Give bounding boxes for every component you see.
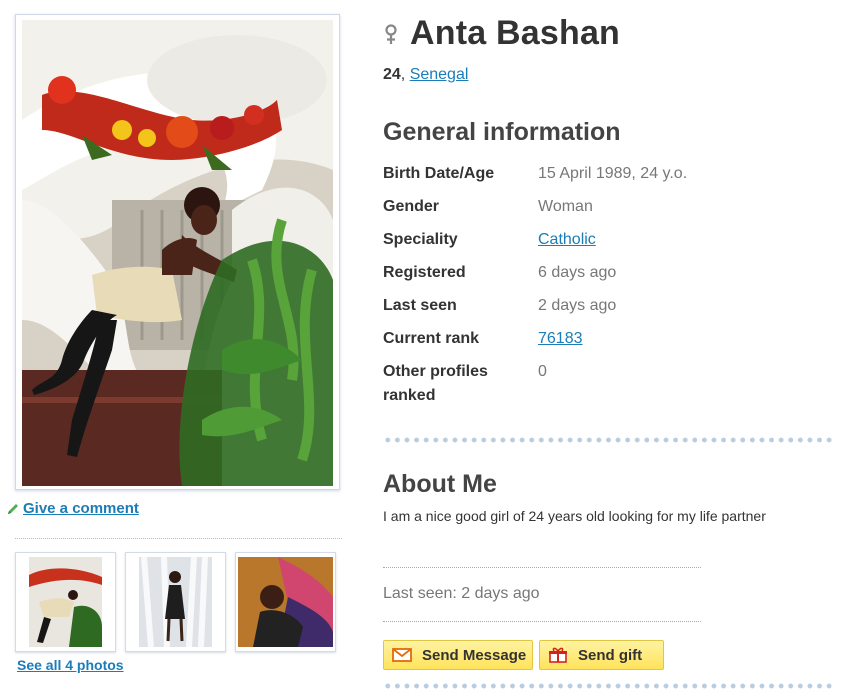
info-value: 0 <box>538 363 547 380</box>
info-value: 6 days ago <box>538 264 617 281</box>
envelope-icon <box>392 648 412 662</box>
info-label: Last seen <box>383 297 457 314</box>
send-gift-button[interactable]: Send gift <box>539 640 664 670</box>
speciality-link[interactable]: Catholic <box>538 228 596 261</box>
info-value: 2 days ago <box>538 297 617 314</box>
info-label: Registered <box>383 264 466 281</box>
divider-line <box>383 567 701 568</box>
section-divider <box>383 437 835 443</box>
info-label: Current rank <box>383 330 480 347</box>
info-value: Woman <box>538 198 593 215</box>
info-label: Other profiles ranked <box>383 363 488 404</box>
give-comment-link[interactable]: Give a comment <box>7 500 139 517</box>
divider-line <box>383 621 701 622</box>
photo-thumbnail-2[interactable] <box>125 552 226 652</box>
about-me-title: About Me <box>383 470 497 498</box>
info-row-birth: Birth Date/Age 15 April 1989, 24 y.o. <box>383 162 823 195</box>
info-row-other-profiles: Other profiles ranked 0 <box>383 360 823 408</box>
left-divider <box>15 538 342 539</box>
info-row-last-seen: Last seen 2 days ago <box>383 294 823 327</box>
last-seen-text: Last seen: 2 days ago <box>383 585 540 602</box>
info-value: 15 April 1989, 24 y.o. <box>538 165 688 182</box>
main-photo-frame[interactable] <box>15 14 340 490</box>
send-gift-label: Send gift <box>578 646 643 664</box>
profile-name: Anta Bashan <box>410 14 621 52</box>
info-row-speciality: Speciality Catholic <box>383 228 823 261</box>
info-row-rank: Current rank 76183 <box>383 327 823 360</box>
photo-thumbnail-1[interactable] <box>15 552 116 652</box>
info-label: Speciality <box>383 231 458 248</box>
profile-age: 24 <box>383 66 401 83</box>
about-me-text: I am a nice good girl of 24 years old lo… <box>383 508 766 524</box>
female-icon <box>385 23 397 44</box>
gift-icon <box>549 647 567 663</box>
general-info-table: Birth Date/Age 15 April 1989, 24 y.o. Ge… <box>383 162 823 408</box>
section-divider <box>383 683 835 689</box>
send-message-button[interactable]: Send Message <box>383 640 533 670</box>
info-label: Gender <box>383 198 440 215</box>
pencil-icon <box>8 503 18 514</box>
profile-country-link[interactable]: Senegal <box>410 66 469 83</box>
send-message-label: Send Message <box>422 646 527 664</box>
general-info-title: General information <box>383 118 621 146</box>
info-row-registered: Registered 6 days ago <box>383 261 823 294</box>
photo-thumbnail-3[interactable] <box>235 552 336 652</box>
see-all-photos-link[interactable]: See all 4 photos <box>17 657 124 673</box>
main-photo[interactable] <box>22 20 333 486</box>
profile-header: Anta Bashan <box>383 14 620 53</box>
info-label: Birth Date/Age <box>383 165 495 182</box>
profile-subline: 24, Senegal <box>383 66 469 83</box>
info-row-gender: Gender Woman <box>383 195 823 228</box>
current-rank-link[interactable]: 76183 <box>538 327 583 360</box>
give-comment-label[interactable]: Give a comment <box>23 500 139 517</box>
